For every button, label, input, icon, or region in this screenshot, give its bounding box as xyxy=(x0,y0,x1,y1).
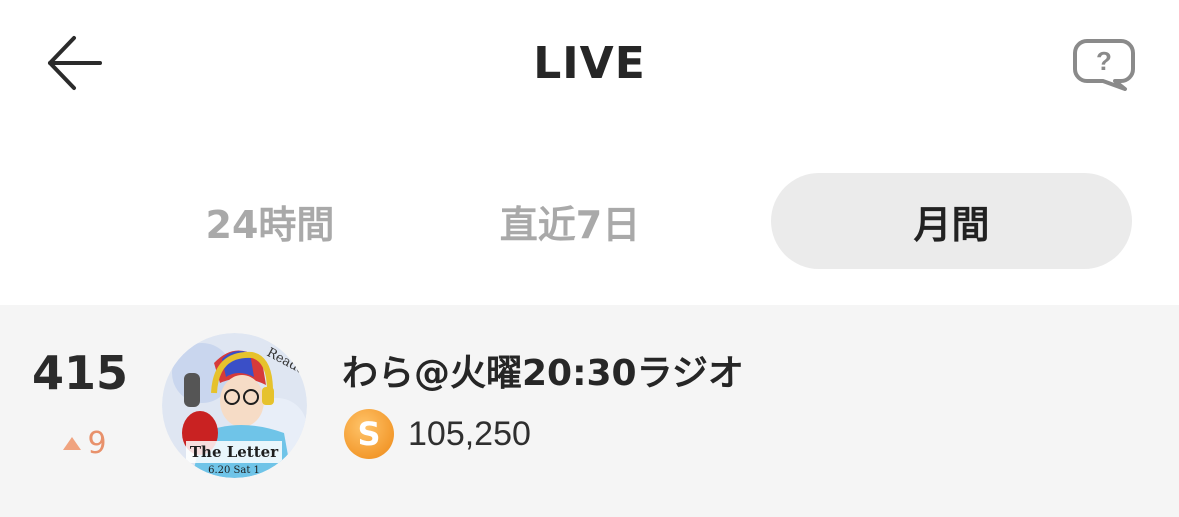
tab-7days[interactable]: 直近7日 xyxy=(420,173,720,269)
question-bubble-icon: ? xyxy=(1073,39,1135,91)
points: S 105,250 xyxy=(344,408,531,460)
rank-number: 415 xyxy=(31,346,129,400)
avatar[interactable]: Reader The Letter 6.20 Sat 1 xyxy=(162,333,307,478)
points-value: 105,250 xyxy=(408,414,531,453)
header: LIVE ? xyxy=(0,0,1179,130)
page-title: LIVE xyxy=(533,38,646,89)
rank-up-icon xyxy=(63,436,82,450)
svg-text:?: ? xyxy=(1096,46,1112,76)
svg-text:6.20 Sat 1: 6.20 Sat 1 xyxy=(208,465,260,476)
ranking-row[interactable]: 415 9 Reader The Letter 6.20 Sat 1 わら@火曜… xyxy=(0,305,1179,517)
rank-change: 9 xyxy=(40,425,130,461)
avatar-image: Reader The Letter 6.20 Sat 1 xyxy=(162,333,307,478)
tab-monthly[interactable]: 月間 xyxy=(771,173,1132,269)
help-button[interactable]: ? xyxy=(1068,34,1140,94)
svg-text:The Letter: The Letter xyxy=(190,443,279,461)
period-tabs: 24時間 直近7日 月間 xyxy=(60,173,1132,269)
user-name[interactable]: わら@火曜20:30ラジオ xyxy=(342,351,744,397)
rank-change-value: 9 xyxy=(87,425,107,461)
tab-24h[interactable]: 24時間 xyxy=(120,173,420,269)
coin-icon: S xyxy=(344,409,394,459)
